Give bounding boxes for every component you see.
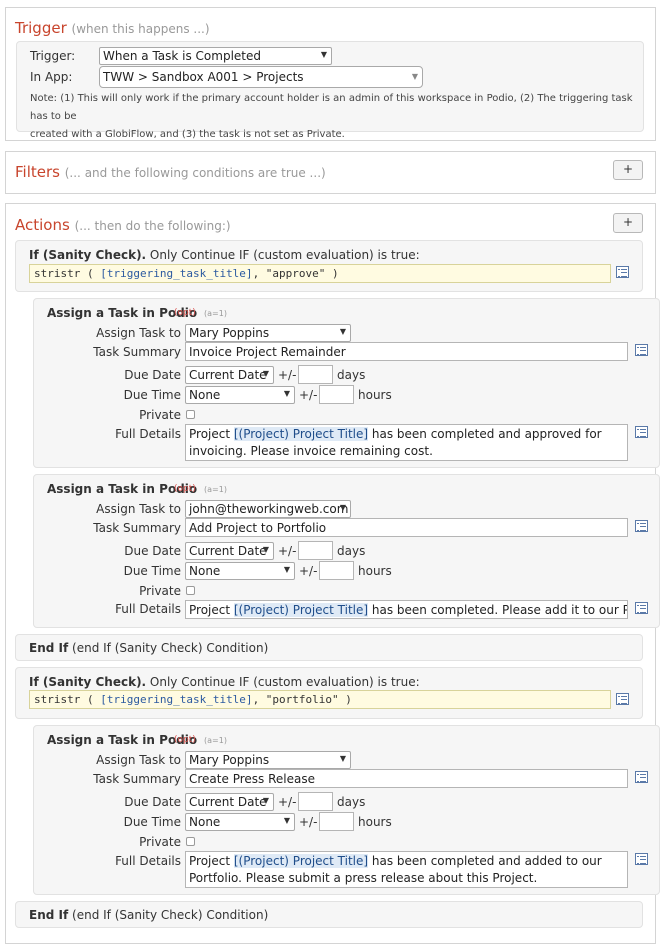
field-list-icon[interactable] bbox=[635, 853, 648, 865]
due-date-label: Due Date bbox=[124, 795, 181, 809]
trigger-select[interactable]: When a Task is Completed ▼ bbox=[99, 47, 332, 65]
field-list-icon[interactable] bbox=[616, 693, 629, 705]
end-if-label: End If (end If (Sanity Check) Condition) bbox=[29, 641, 269, 655]
private-checkbox[interactable] bbox=[186, 837, 195, 846]
chevron-down-icon: ▼ bbox=[339, 754, 346, 763]
chevron-down-icon: ▼ bbox=[262, 545, 269, 554]
add-action-button[interactable]: + bbox=[613, 213, 643, 233]
filters-panel: Filters (... and the following condition… bbox=[5, 151, 656, 194]
full-details-label: Full Details bbox=[115, 854, 181, 868]
optional-badge: (opt) bbox=[174, 735, 196, 745]
field-list-icon[interactable] bbox=[635, 602, 648, 614]
assign-to-select[interactable]: john@theworkingweb.com ▼ bbox=[185, 500, 351, 518]
chevron-down-icon: ▼ bbox=[283, 389, 290, 398]
assign-to-label: Assign Task to bbox=[96, 753, 181, 767]
private-label: Private bbox=[139, 408, 181, 422]
chevron-down-icon: ▼ bbox=[262, 796, 269, 805]
due-time-select[interactable]: None ▼ bbox=[185, 386, 295, 404]
end-if-label: End If (end If (Sanity Check) Condition) bbox=[29, 908, 269, 922]
due-time-offset-input[interactable] bbox=[319, 385, 354, 404]
due-time-offset-input[interactable] bbox=[319, 812, 354, 831]
task-summary-label: Task Summary bbox=[93, 345, 181, 359]
days-label: days bbox=[337, 368, 366, 382]
due-time-select[interactable]: None ▼ bbox=[185, 813, 295, 831]
field-list-icon[interactable] bbox=[616, 266, 629, 278]
private-checkbox[interactable] bbox=[186, 586, 195, 595]
optional-badge: (opt) bbox=[174, 308, 196, 318]
chevron-down-icon: ▼ bbox=[339, 503, 346, 512]
plus-minus-label: +/- bbox=[299, 388, 318, 402]
field-list-icon[interactable] bbox=[635, 771, 648, 783]
full-details-input[interactable]: Project [(Project) Project Title] has be… bbox=[185, 424, 628, 461]
task-summary-label: Task Summary bbox=[93, 521, 181, 535]
trigger-note: Note: (1) This will only work if the pri… bbox=[30, 93, 633, 140]
sanity-check-title: If (Sanity Check). Only Continue IF (cus… bbox=[29, 248, 420, 262]
due-time-offset-input[interactable] bbox=[319, 561, 354, 580]
task-summary-input[interactable]: Invoice Project Remainder bbox=[185, 342, 628, 361]
due-date-offset-input[interactable] bbox=[298, 792, 333, 811]
private-label: Private bbox=[139, 584, 181, 598]
due-time-label: Due Time bbox=[123, 564, 181, 578]
full-details-label: Full Details bbox=[115, 602, 181, 616]
assign-to-select[interactable]: Mary Poppins ▼ bbox=[185, 324, 351, 342]
task-summary-label: Task Summary bbox=[93, 772, 181, 786]
plus-minus-label: +/- bbox=[299, 815, 318, 829]
chevron-down-icon: ▼ bbox=[283, 816, 290, 825]
days-label: days bbox=[337, 544, 366, 558]
plus-minus-label: +/- bbox=[278, 544, 297, 558]
chevron-down-icon: ▼ bbox=[339, 327, 346, 336]
trigger-heading: Trigger (when this happens ...) bbox=[15, 19, 210, 37]
condition-code-input[interactable]: stristr ( [triggering_task_title], "port… bbox=[29, 690, 611, 709]
assign-to-select[interactable]: Mary Poppins ▼ bbox=[185, 751, 351, 769]
chevron-down-icon: ▼ bbox=[262, 369, 269, 378]
hours-label: hours bbox=[358, 388, 392, 402]
due-date-select[interactable]: Current Date ▼ bbox=[185, 366, 274, 384]
app-label: In App: bbox=[30, 70, 73, 84]
private-checkbox[interactable] bbox=[186, 410, 195, 419]
sanity-check-title: If (Sanity Check). Only Continue IF (cus… bbox=[29, 675, 420, 689]
task-summary-input[interactable]: Create Press Release bbox=[185, 769, 628, 788]
due-date-label: Due Date bbox=[124, 544, 181, 558]
full-details-input[interactable]: Project [(Project) Project Title] has be… bbox=[185, 851, 628, 888]
action-count: (a=1) bbox=[204, 485, 227, 494]
full-details-label: Full Details bbox=[115, 427, 181, 441]
plus-minus-label: +/- bbox=[278, 368, 297, 382]
actions-heading: Actions (... then do the following:) bbox=[15, 216, 231, 234]
assign-to-label: Assign Task to bbox=[96, 326, 181, 340]
action-count: (a=1) bbox=[204, 309, 227, 318]
trigger-label: Trigger: bbox=[30, 49, 76, 63]
field-list-icon[interactable] bbox=[635, 520, 648, 532]
plus-minus-label: +/- bbox=[299, 564, 318, 578]
chevron-down-icon: ▼ bbox=[283, 565, 290, 574]
due-date-select[interactable]: Current Date ▼ bbox=[185, 542, 274, 560]
condition-code-input[interactable]: stristr ( [triggering_task_title], "appr… bbox=[29, 264, 611, 283]
due-time-label: Due Time bbox=[123, 388, 181, 402]
days-label: days bbox=[337, 795, 366, 809]
field-list-icon[interactable] bbox=[635, 344, 648, 356]
due-date-label: Due Date bbox=[124, 368, 181, 382]
chevron-down-icon: ▼ bbox=[411, 72, 418, 81]
due-date-offset-input[interactable] bbox=[298, 541, 333, 560]
action-count: (a=1) bbox=[204, 736, 227, 745]
full-details-input[interactable]: Project [(Project) Project Title] has be… bbox=[185, 600, 628, 619]
filters-heading: Filters (... and the following condition… bbox=[15, 163, 326, 181]
assign-to-label: Assign Task to bbox=[96, 502, 181, 516]
due-date-offset-input[interactable] bbox=[298, 365, 333, 384]
due-time-select[interactable]: None ▼ bbox=[185, 562, 295, 580]
hours-label: hours bbox=[358, 564, 392, 578]
private-label: Private bbox=[139, 835, 181, 849]
field-list-icon[interactable] bbox=[635, 426, 648, 438]
plus-minus-label: +/- bbox=[278, 795, 297, 809]
due-date-select[interactable]: Current Date ▼ bbox=[185, 793, 274, 811]
add-filter-button[interactable]: + bbox=[613, 160, 643, 180]
chevron-down-icon: ▼ bbox=[320, 50, 327, 59]
task-summary-input[interactable]: Add Project to Portfolio bbox=[185, 518, 628, 537]
optional-badge: (opt) bbox=[174, 484, 196, 494]
due-time-label: Due Time bbox=[123, 815, 181, 829]
hours-label: hours bbox=[358, 815, 392, 829]
app-select[interactable]: TWW > Sandbox A001 > Projects ▼ bbox=[99, 66, 423, 88]
trigger-panel: Trigger (when this happens ...) Trigger:… bbox=[5, 7, 656, 141]
